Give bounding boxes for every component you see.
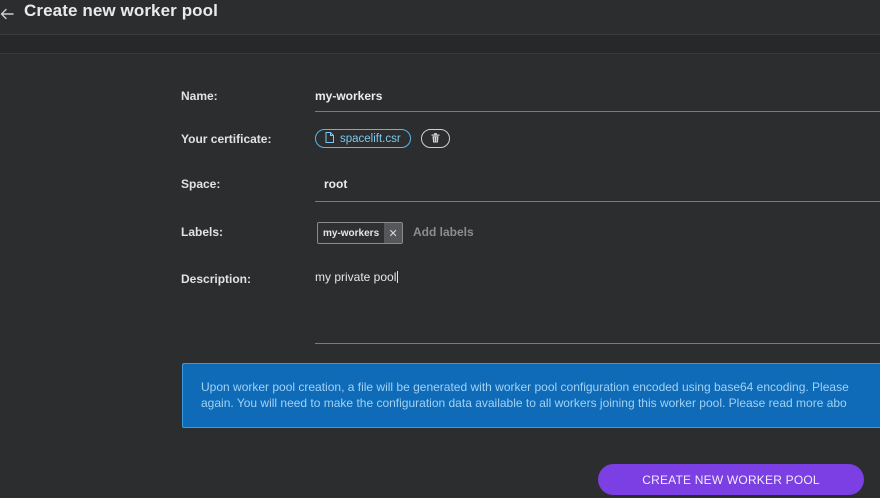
label-tag: my-workers ✕ (317, 222, 404, 244)
label-tag-text: my-workers (318, 223, 385, 243)
certificate-file-name: spacelift.csr (340, 132, 401, 145)
certificate-label: Your certificate: (181, 132, 272, 146)
page-title: Create new worker pool (24, 1, 218, 20)
name-field[interactable]: my-workers (315, 89, 382, 103)
add-labels-input[interactable] (413, 224, 613, 240)
certificate-file-chip[interactable]: spacelift.csr (315, 129, 411, 148)
file-icon (325, 131, 334, 146)
remove-tag-icon[interactable]: ✕ (384, 223, 403, 243)
text-caret (397, 271, 399, 283)
page-header: Create new worker pool (0, 0, 880, 35)
name-label: Name: (181, 89, 218, 103)
info-text: Upon worker pool creation, a file will b… (201, 379, 880, 411)
info-line-1: Upon worker pool creation, a file will b… (201, 380, 849, 394)
create-worker-pool-page: Create new worker pool Name: my-workers … (0, 0, 880, 498)
trash-icon (431, 130, 440, 148)
remove-certificate-button[interactable] (421, 129, 450, 148)
description-text: my private pool (315, 270, 397, 284)
description-field-underline (315, 343, 880, 344)
info-line-2: again. You will need to make the configu… (201, 396, 847, 410)
space-select[interactable]: root (324, 177, 347, 191)
create-worker-pool-button[interactable]: CREATE NEW WORKER POOL (598, 464, 864, 495)
description-label: Description: (181, 272, 252, 286)
back-arrow-icon[interactable] (0, 4, 18, 22)
labels-label: Labels: (181, 225, 224, 239)
space-label: Space: (181, 177, 221, 191)
space-field-underline (315, 201, 880, 202)
header-subbar (0, 35, 880, 54)
description-textarea[interactable]: my private pool (315, 270, 880, 342)
info-banner: Upon worker pool creation, a file will b… (182, 363, 880, 428)
name-field-underline (315, 111, 880, 112)
